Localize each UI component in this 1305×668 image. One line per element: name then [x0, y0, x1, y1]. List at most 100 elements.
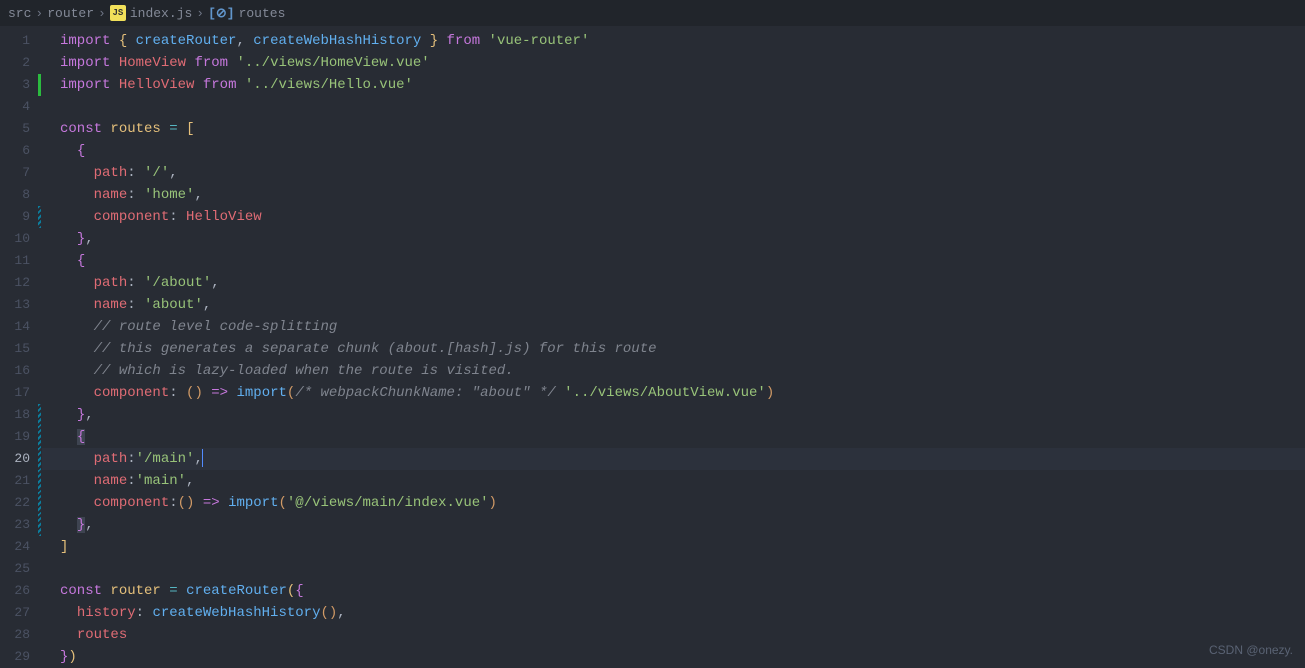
diff-mark	[38, 52, 41, 74]
diff-mark	[38, 162, 41, 184]
line-number-gutter[interactable]: 1234567891011121314151617181920212223242…	[0, 26, 38, 663]
line-number[interactable]: 14	[0, 316, 38, 338]
line-number[interactable]: 8	[0, 184, 38, 206]
diff-mark	[38, 536, 41, 558]
diff-mark	[38, 206, 41, 228]
code-content[interactable]: import { createRouter, createWebHashHist…	[42, 26, 1305, 663]
diff-mark	[38, 602, 41, 624]
diff-mark	[38, 404, 41, 426]
line-number[interactable]: 2	[0, 52, 38, 74]
line-number[interactable]: 4	[0, 96, 38, 118]
diff-mark	[38, 96, 41, 118]
code-line[interactable]: path: '/',	[60, 162, 1305, 184]
diff-mark	[38, 470, 41, 492]
code-line[interactable]: const router = createRouter({	[60, 580, 1305, 602]
diff-mark	[38, 294, 41, 316]
breadcrumb: src › router › JS index.js › [⊘] routes	[0, 0, 1305, 26]
code-editor[interactable]: 1234567891011121314151617181920212223242…	[0, 26, 1305, 663]
breadcrumb-item-symbol[interactable]: routes	[239, 6, 286, 21]
diff-mark	[38, 558, 41, 580]
line-number[interactable]: 23	[0, 514, 38, 536]
line-number[interactable]: 25	[0, 558, 38, 580]
line-number[interactable]: 7	[0, 162, 38, 184]
diff-mark	[38, 492, 41, 514]
code-line[interactable]: {	[60, 426, 1305, 448]
code-line[interactable]: },	[60, 228, 1305, 250]
breadcrumb-item-router[interactable]: router	[47, 6, 94, 21]
diff-mark	[38, 360, 41, 382]
line-number[interactable]: 1	[0, 30, 38, 52]
line-number[interactable]: 13	[0, 294, 38, 316]
code-line[interactable]: // this generates a separate chunk (abou…	[60, 338, 1305, 360]
line-number[interactable]: 18	[0, 404, 38, 426]
code-line[interactable]: const routes = [	[60, 118, 1305, 140]
line-number[interactable]: 29	[0, 646, 38, 668]
code-line[interactable]: routes	[60, 624, 1305, 646]
line-number[interactable]: 22	[0, 492, 38, 514]
diff-mark	[38, 228, 41, 250]
line-number[interactable]: 15	[0, 338, 38, 360]
watermark: CSDN @onezy.	[1209, 643, 1293, 657]
line-number[interactable]: 9	[0, 206, 38, 228]
diff-mark	[38, 30, 41, 52]
line-number[interactable]: 17	[0, 382, 38, 404]
diff-mark	[38, 448, 41, 470]
diff-mark	[38, 624, 41, 646]
code-line[interactable]: import { createRouter, createWebHashHist…	[60, 30, 1305, 52]
breadcrumb-item-src[interactable]: src	[8, 6, 31, 21]
diff-mark	[38, 184, 41, 206]
code-line[interactable]: name:'main',	[60, 470, 1305, 492]
line-number[interactable]: 21	[0, 470, 38, 492]
diff-mark	[38, 140, 41, 162]
code-line[interactable]: name: 'home',	[60, 184, 1305, 206]
line-number[interactable]: 26	[0, 580, 38, 602]
diff-mark	[38, 338, 41, 360]
diff-mark	[38, 74, 41, 96]
code-line[interactable]: {	[60, 250, 1305, 272]
line-number[interactable]: 27	[0, 602, 38, 624]
line-number[interactable]: 5	[0, 118, 38, 140]
diff-mark	[38, 426, 41, 448]
code-line[interactable]: // which is lazy-loaded when the route i…	[60, 360, 1305, 382]
line-number[interactable]: 12	[0, 272, 38, 294]
code-line[interactable]: {	[60, 140, 1305, 162]
chevron-right-icon: ›	[98, 6, 106, 21]
line-number[interactable]: 11	[0, 250, 38, 272]
diff-mark	[38, 272, 41, 294]
line-number[interactable]: 28	[0, 624, 38, 646]
code-line[interactable]: ]	[60, 536, 1305, 558]
text-cursor	[202, 449, 203, 467]
line-number[interactable]: 16	[0, 360, 38, 382]
line-number[interactable]: 20	[0, 448, 38, 470]
code-line[interactable]: component:() => import('@/views/main/ind…	[60, 492, 1305, 514]
line-number[interactable]: 3	[0, 74, 38, 96]
diff-mark	[38, 514, 41, 536]
diff-mark	[38, 646, 41, 668]
code-line[interactable]: })	[60, 646, 1305, 668]
diff-mark	[38, 118, 41, 140]
code-line[interactable]	[60, 96, 1305, 118]
line-number[interactable]: 24	[0, 536, 38, 558]
code-line[interactable]: import HelloView from '../views/Hello.vu…	[60, 74, 1305, 96]
diff-mark	[38, 316, 41, 338]
variable-icon: [⊘]	[208, 6, 235, 21]
code-line[interactable]	[60, 558, 1305, 580]
code-line[interactable]: name: 'about',	[60, 294, 1305, 316]
code-line[interactable]: },	[60, 514, 1305, 536]
code-line[interactable]: // route level code-splitting	[60, 316, 1305, 338]
line-number[interactable]: 10	[0, 228, 38, 250]
code-line[interactable]: path:'/main',	[42, 448, 1305, 470]
diff-mark	[38, 250, 41, 272]
code-line[interactable]: import HomeView from '../views/HomeView.…	[60, 52, 1305, 74]
line-number[interactable]: 6	[0, 140, 38, 162]
breadcrumb-item-file[interactable]: index.js	[130, 6, 192, 21]
js-file-icon: JS	[110, 5, 126, 21]
code-line[interactable]: history: createWebHashHistory(),	[60, 602, 1305, 624]
chevron-right-icon: ›	[196, 6, 204, 21]
code-line[interactable]: path: '/about',	[60, 272, 1305, 294]
code-line[interactable]: },	[60, 404, 1305, 426]
diff-mark	[38, 580, 41, 602]
code-line[interactable]: component: () => import(/* webpackChunkN…	[60, 382, 1305, 404]
code-line[interactable]: component: HelloView	[60, 206, 1305, 228]
line-number[interactable]: 19	[0, 426, 38, 448]
